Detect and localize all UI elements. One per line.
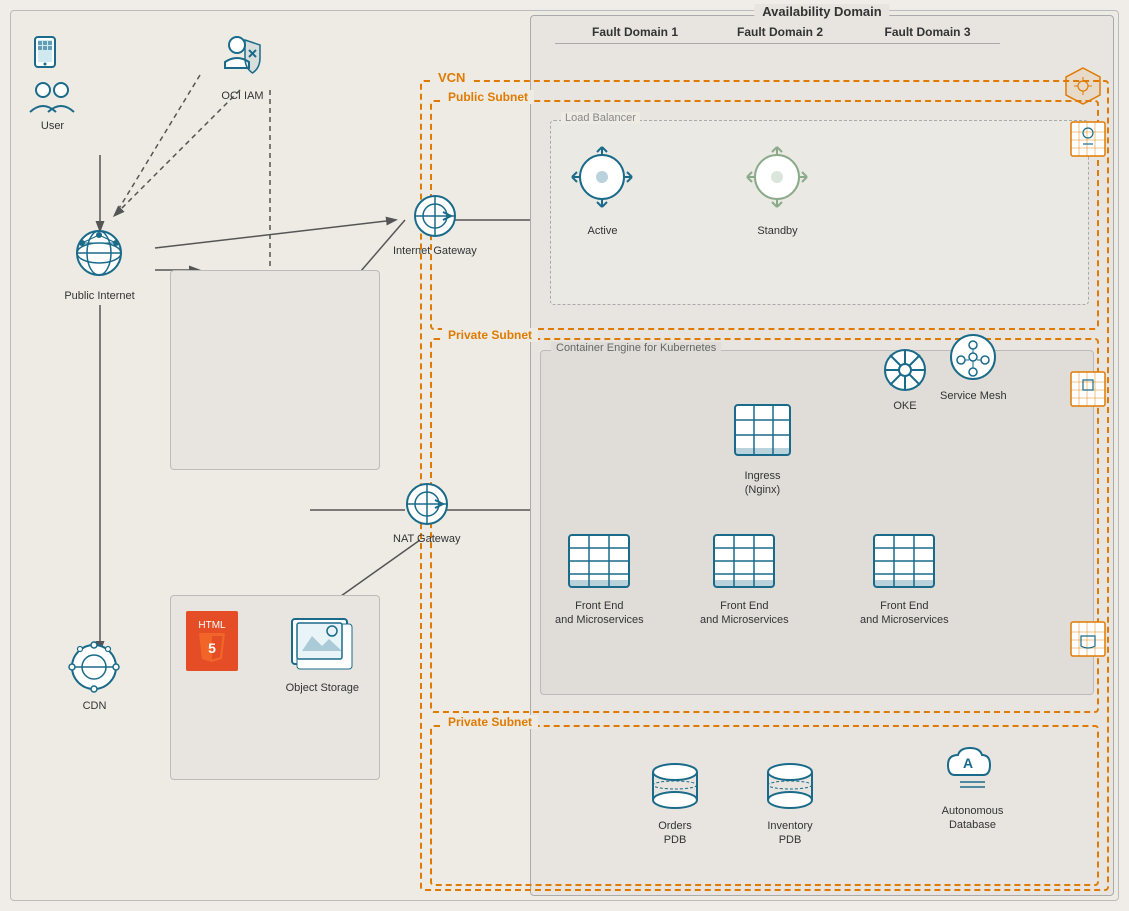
object-storage-container: HTML 5 Object Storage — [170, 595, 380, 780]
oci-iam-icon-box: OCI IAM — [215, 30, 270, 103]
oke-icon — [880, 345, 930, 395]
front-end-1-icon-box: Front End and Microservices — [555, 530, 644, 628]
autonomous-db-label: Autonomous Database — [942, 804, 1004, 833]
ingress-icon — [730, 400, 795, 465]
load-balancer-standby-icon — [740, 140, 815, 220]
diagram-container: Availability Domain Fault Domain 1 Fault… — [0, 0, 1129, 911]
oke-label: OKE — [893, 399, 916, 413]
right-badge-bottom-icon — [1069, 620, 1107, 658]
orders-pdb-icon-box: Orders PDB — [645, 760, 705, 848]
internet-gateway-icon — [411, 192, 459, 240]
user-label: User — [41, 119, 64, 133]
oci-iam-label: OCI IAM — [221, 89, 263, 103]
svg-text:A: A — [963, 755, 973, 771]
cdn-label: CDN — [83, 699, 107, 713]
user-icon-box: User — [25, 35, 80, 133]
image-storage-icon — [287, 611, 357, 681]
availability-domain-label: Availability Domain — [754, 4, 889, 19]
nat-gateway-icon-box: NAT Gateway — [393, 480, 460, 546]
oke-icon-box: OKE — [880, 345, 930, 413]
front-end-3-label: Front End and Microservices — [860, 599, 949, 628]
security-services-box — [170, 270, 380, 470]
cdn-icon — [62, 640, 127, 695]
container-engine-box: Container Engine for Kubernetes — [540, 350, 1094, 695]
right-badge-top-icon — [1069, 120, 1107, 158]
front-end-3-icon-box: Front End and Microservices — [860, 530, 949, 628]
fault-domain-2-header: Fault Domain 2 — [705, 25, 855, 44]
top-right-hex-icon-box — [1062, 65, 1104, 112]
right-badge-middle-icon — [1069, 370, 1107, 408]
ingress-label: Ingress (Nginx) — [744, 469, 780, 498]
service-mesh-icon-box: Service Mesh — [940, 330, 1007, 403]
inventory-pdb-icon-box: Inventory PDB — [760, 760, 820, 848]
load-balancer-standby-icon-box: Standby — [740, 140, 815, 238]
nat-gateway-label: NAT Gateway — [393, 532, 460, 546]
orders-pdb-icon — [645, 760, 705, 815]
autonomous-db-icon-box: A Autonomous Database — [940, 740, 1005, 833]
private-subnet-1-label: Private Subnet — [442, 328, 538, 342]
fault-domain-3-header: Fault Domain 3 — [855, 25, 1000, 44]
container-engine-label: Container Engine for Kubernetes — [551, 342, 721, 354]
public-internet-icon-box: Public Internet — [62, 225, 137, 303]
right-badge-middle — [1069, 370, 1107, 413]
public-internet-label: Public Internet — [64, 289, 134, 303]
standby-label: Standby — [757, 224, 797, 238]
inventory-pdb-label: Inventory PDB — [767, 819, 812, 848]
vcn-label: VCN — [432, 70, 471, 85]
inventory-pdb-icon — [760, 760, 820, 815]
load-balancer-active-icon-box: Active — [565, 140, 640, 238]
private-subnet-2-label: Private Subnet — [442, 715, 538, 729]
fault-domain-1-header: Fault Domain 1 — [555, 25, 715, 44]
object-storage-icon-box: Object Storage — [286, 611, 359, 695]
oci-iam-icon — [215, 30, 270, 85]
front-end-2-label: Front End and Microservices — [700, 599, 789, 628]
html5-icon-box: HTML 5 — [186, 611, 238, 671]
html5-badge: HTML 5 — [186, 611, 238, 671]
load-balancer-active-icon — [565, 140, 640, 220]
svg-text:5: 5 — [208, 640, 216, 656]
internet-gateway-label: Internet Gateway — [393, 244, 477, 258]
front-end-3-icon — [869, 530, 939, 595]
front-end-2-icon-box: Front End and Microservices — [700, 530, 789, 628]
public-subnet-label: Public Subnet — [442, 90, 534, 104]
right-badge-bottom — [1069, 620, 1107, 663]
active-label: Active — [588, 224, 618, 238]
front-end-2-icon — [709, 530, 779, 595]
autonomous-db-icon: A — [940, 740, 1005, 800]
front-end-1-icon — [564, 530, 634, 595]
public-internet-icon — [62, 225, 137, 285]
front-end-1-label: Front End and Microservices — [555, 599, 644, 628]
object-storage-label: Object Storage — [286, 681, 359, 695]
orders-pdb-label: Orders PDB — [658, 819, 692, 848]
html5-shield-icon: 5 — [197, 631, 227, 663]
ingress-icon-box: Ingress (Nginx) — [730, 400, 795, 498]
right-badge-top — [1069, 120, 1107, 163]
service-mesh-icon — [946, 330, 1001, 385]
top-right-hex-icon — [1062, 65, 1104, 107]
load-balancer-label: Load Balancer — [561, 112, 640, 124]
cdn-icon-box: CDN — [62, 640, 127, 713]
user-device-icon — [30, 35, 75, 80]
service-mesh-label: Service Mesh — [940, 389, 1007, 403]
internet-gateway-icon-box: Internet Gateway — [393, 192, 477, 258]
users-group-icon — [25, 80, 80, 115]
nat-gateway-icon — [403, 480, 451, 528]
